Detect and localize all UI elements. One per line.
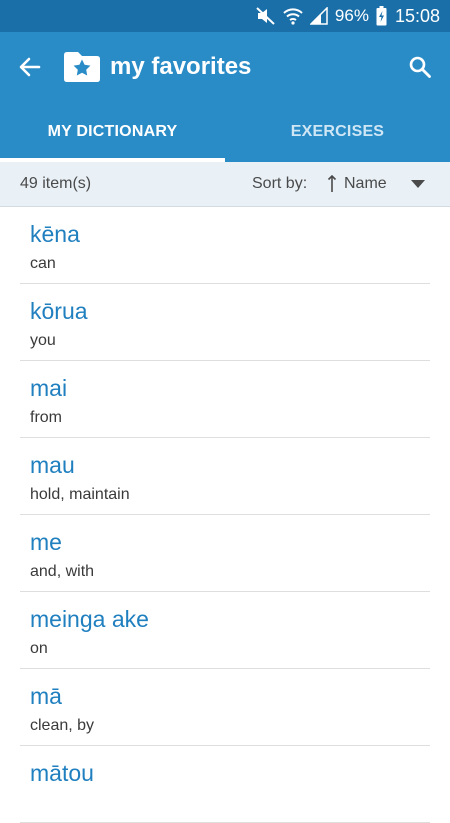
list-item[interactable]: mātou — [20, 746, 430, 823]
word: kēna — [30, 221, 80, 247]
search-button[interactable] — [404, 51, 436, 83]
signal-icon — [309, 7, 328, 25]
item-count: 49 item(s) — [20, 175, 92, 192]
sort-select[interactable]: Name — [344, 175, 387, 193]
dropdown-arrow-icon[interactable] — [410, 179, 426, 189]
word: mau — [30, 452, 75, 478]
list-item[interactable]: kēna can — [20, 207, 430, 284]
word: kōrua — [30, 298, 88, 324]
list-item[interactable]: meinga ake on — [20, 592, 430, 669]
tab-exercises[interactable]: EXERCISES — [225, 102, 450, 162]
meaning: hold, maintain — [30, 486, 130, 503]
tab-label: MY DICTIONARY — [47, 123, 178, 140]
arrow-left-icon — [19, 57, 41, 77]
meaning: you — [30, 332, 56, 349]
tab-label: EXERCISES — [290, 123, 385, 140]
tab-bar: MY DICTIONARY EXERCISES — [0, 102, 450, 162]
list-item[interactable]: me and, with — [20, 515, 430, 592]
tab-my-dictionary[interactable]: MY DICTIONARY — [0, 102, 225, 162]
sort-bar: 49 item(s) Sort by: Name — [0, 162, 450, 207]
back-button[interactable] — [14, 51, 46, 83]
favorites-list: kēna can kōrua you mai from mau hold, ma… — [0, 207, 450, 823]
list-item[interactable]: mā clean, by — [20, 669, 430, 746]
mute-icon — [256, 7, 276, 25]
meaning: and, with — [30, 563, 95, 580]
word: mātou — [30, 760, 94, 786]
word: mā — [30, 683, 62, 709]
list-item[interactable]: mai from — [20, 361, 430, 438]
search-icon — [409, 56, 431, 78]
meaning: clean, by — [30, 717, 95, 734]
battery-charging-icon — [376, 6, 387, 26]
wifi-icon — [283, 7, 303, 25]
app-bar: my favorites — [0, 32, 450, 102]
clock: 15:08 — [394, 5, 440, 26]
folder-star-icon — [62, 50, 102, 84]
meaning: from — [30, 409, 62, 426]
sort-ascending-icon[interactable] — [327, 174, 337, 194]
sort-by-label: Sort by: — [252, 175, 308, 192]
list-item[interactable]: mau hold, maintain — [20, 438, 430, 515]
status-bar: 96% 15:08 — [0, 0, 450, 32]
word: meinga ake — [30, 606, 149, 632]
meaning: can — [30, 255, 56, 272]
meaning: on — [30, 640, 48, 657]
word: me — [30, 529, 62, 555]
word: mai — [30, 375, 68, 401]
battery-percent: 96% — [334, 6, 369, 25]
page-title: my favorites — [110, 53, 252, 80]
list-item[interactable]: kōrua you — [20, 284, 430, 361]
